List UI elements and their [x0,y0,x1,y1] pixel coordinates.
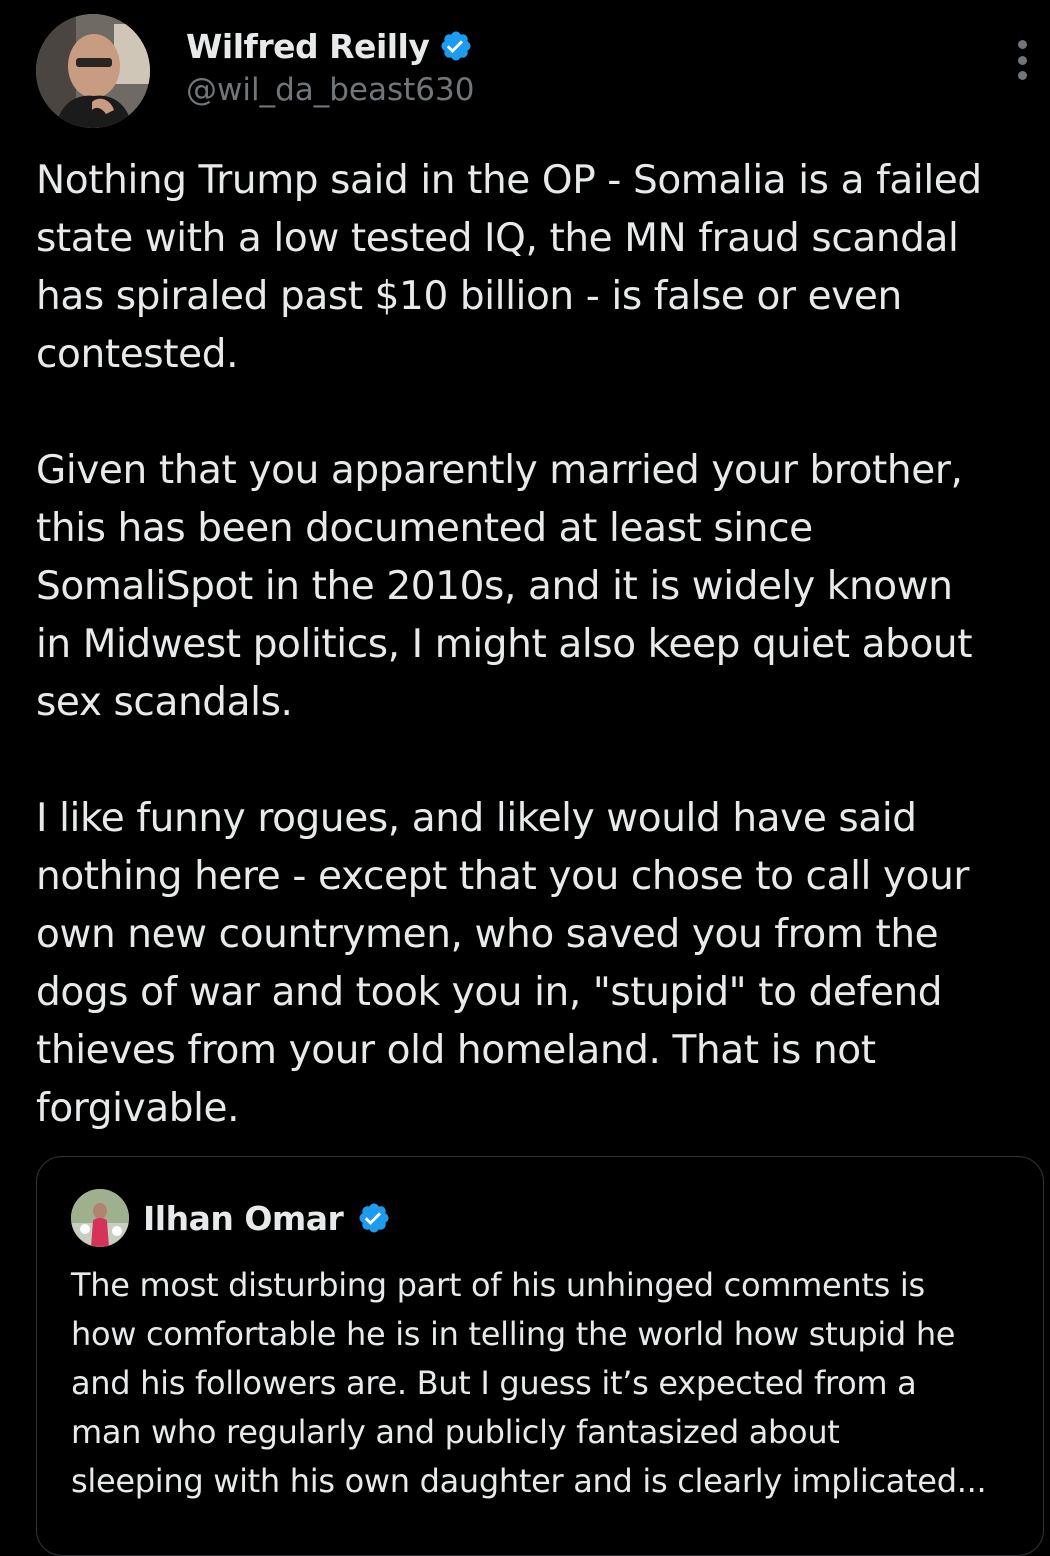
author-name[interactable]: Wilfred Reilly [186,27,430,66]
quoted-author-name[interactable]: Ilhan Omar [143,1199,344,1238]
author-name-row: Wilfred Reilly [186,24,474,68]
tweet-paragraph: I like funny rogues, and likely would ha… [36,796,970,1131]
verified-badge-icon[interactable] [357,1201,391,1235]
quoted-tweet[interactable]: Ilhan Omar The most disturbing part of h… [36,1156,1044,1556]
more-dot [1017,55,1027,65]
tweet-paragraph: Given that you apparently married your b… [36,448,973,725]
author-handle[interactable]: @wil_da_beast630 [186,72,474,108]
more-dot [1017,40,1027,49]
quoted-author-avatar-image [71,1189,129,1247]
tweet-paragraph: Nothing Trump said in the OP - Somalia i… [36,158,982,377]
more-options-icon[interactable] [1010,40,1034,80]
author-avatar[interactable] [36,14,150,128]
quoted-tweet-text: The most disturbing part of his unhinged… [71,1266,987,1500]
author-avatar-image [36,14,150,128]
more-dot [1017,71,1027,80]
tweet-text: Nothing Trump said in the OP - Somalia i… [36,152,1036,1138]
quoted-tweet-header: Ilhan Omar [71,1189,391,1247]
quoted-author-avatar[interactable] [71,1189,129,1247]
tweet[interactable]: Wilfred Reilly @wil_da_beast630 Nothing … [0,0,1050,1556]
author-info: Wilfred Reilly @wil_da_beast630 [186,24,474,109]
verified-badge-icon[interactable] [439,29,473,63]
